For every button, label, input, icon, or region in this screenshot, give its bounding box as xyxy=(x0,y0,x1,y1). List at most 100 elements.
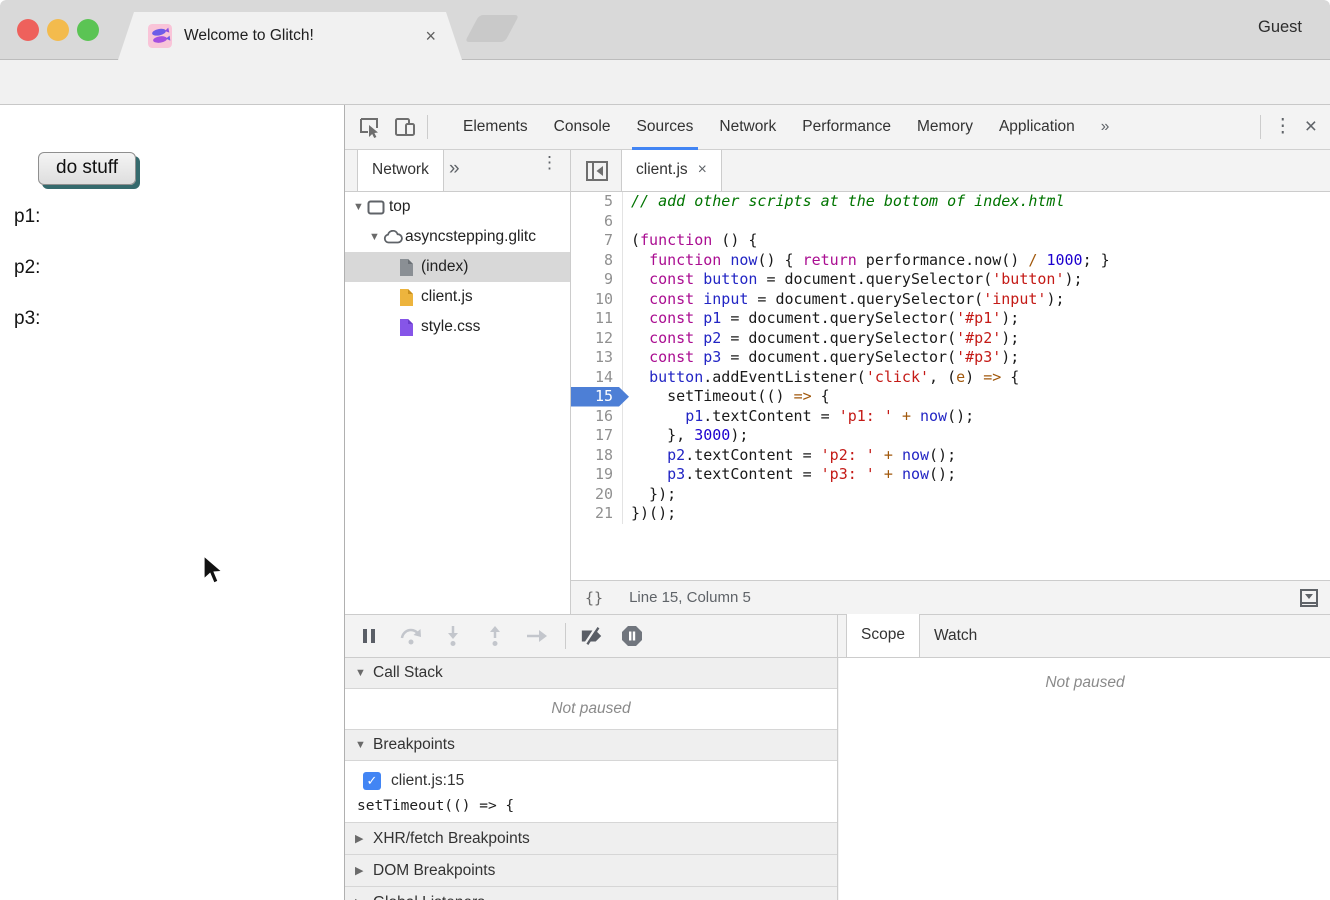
section-xhr-breakpoints[interactable]: ▶ XHR/fetch Breakpoints xyxy=(345,823,837,855)
file-icon-gray xyxy=(399,258,421,277)
code-line-10: 10 const input = document.querySelector(… xyxy=(571,290,1330,310)
glitch-favicon xyxy=(148,24,172,48)
step-icon xyxy=(525,624,549,648)
tab-sources[interactable]: Sources xyxy=(624,105,707,150)
line-number[interactable]: 10 xyxy=(571,290,623,310)
devtools-tabbar: ElementsConsoleSourcesNetworkPerformance… xyxy=(345,105,1330,150)
tab-application[interactable]: Application xyxy=(986,105,1088,150)
section-breakpoints[interactable]: ▼ Breakpoints xyxy=(345,730,837,761)
tab-performance[interactable]: Performance xyxy=(789,105,904,150)
tab-elements[interactable]: Elements xyxy=(450,105,541,150)
line-number[interactable]: 7 xyxy=(571,231,623,251)
inspect-element-icon[interactable] xyxy=(357,115,381,139)
file-tree: ▼top▼asyncstepping.glitc(index)client.js… xyxy=(345,192,571,615)
devtools-close-icon[interactable]: × xyxy=(1305,115,1317,139)
do-stuff-button[interactable]: do stuff xyxy=(38,152,136,185)
sidebar-tab-network[interactable]: Network xyxy=(357,150,444,191)
tab-title: Welcome to Glitch! xyxy=(184,27,314,45)
editor-tabbar: client.js× xyxy=(571,150,1330,192)
device-toolbar-icon[interactable] xyxy=(393,115,417,139)
line-number[interactable]: 9 xyxy=(571,270,623,290)
close-window-button[interactable] xyxy=(17,19,39,41)
browser-tab[interactable]: Welcome to Glitch! × xyxy=(118,12,462,60)
line-number[interactable]: 8 xyxy=(571,251,623,271)
section-global-listeners[interactable]: ▶ Global Listeners xyxy=(345,887,837,900)
devtools-menu-icon[interactable]: ⋮ xyxy=(1273,122,1293,132)
minimize-window-button[interactable] xyxy=(47,19,69,41)
chevron-down-icon: ▼ xyxy=(355,667,373,679)
editor-tab-clientjs[interactable]: client.js× xyxy=(621,150,722,191)
line-number[interactable]: 14 xyxy=(571,368,623,388)
line-number[interactable]: 11 xyxy=(571,309,623,329)
devtools-panel: ElementsConsoleSourcesNetworkPerformance… xyxy=(344,105,1330,900)
dom-breakpoints-label: DOM Breakpoints xyxy=(373,862,495,880)
line-number[interactable]: 5 xyxy=(571,192,623,212)
page-paragraph-p2: p2: xyxy=(14,257,40,277)
tree-item-label: asyncstepping.glitc xyxy=(405,228,536,246)
page-paragraph-p3: p3: xyxy=(14,308,40,328)
breakpoint-tag[interactable]: 15 xyxy=(571,387,629,407)
deactivate-breakpoints-icon[interactable] xyxy=(580,624,604,648)
line-number[interactable]: 20 xyxy=(571,485,623,505)
sidebar-overflow-chevron[interactable]: » xyxy=(449,158,460,180)
line-number[interactable]: 16 xyxy=(571,407,623,427)
call-stack-not-paused-label: Not paused xyxy=(551,700,630,718)
pause-script-icon[interactable] xyxy=(357,624,381,648)
pretty-print-icon[interactable]: {} xyxy=(585,589,603,607)
editor-tab-close-icon[interactable]: × xyxy=(698,161,707,178)
code-line-6: 6 xyxy=(571,212,1330,232)
section-dom-breakpoints[interactable]: ▶ DOM Breakpoints xyxy=(345,855,837,887)
chevron-down-icon[interactable]: ▼ xyxy=(369,231,383,243)
code-editor[interactable]: 5// add other scripts at the bottom of i… xyxy=(571,192,1330,580)
new-tab-button[interactable] xyxy=(465,15,519,42)
tree-item--index-[interactable]: (index) xyxy=(345,252,570,282)
section-call-stack[interactable]: ▼ Call Stack xyxy=(345,658,837,689)
tree-item-asyncstepping-glitc[interactable]: ▼ asyncstepping.glitc xyxy=(345,222,570,252)
cursor-position-label: Line 15, Column 5 xyxy=(629,589,751,606)
pause-on-exceptions-icon[interactable] xyxy=(620,624,644,648)
editor-statusbar: {} Line 15, Column 5 xyxy=(571,580,1330,615)
tree-item-style-css[interactable]: style.css xyxy=(345,312,570,342)
tab-memory[interactable]: Memory xyxy=(904,105,986,150)
breakpoint-checkbox[interactable]: ✓ xyxy=(363,772,381,790)
code-line-5: 5// add other scripts at the bottom of i… xyxy=(571,192,1330,212)
tree-item-label: (index) xyxy=(421,258,468,276)
line-number[interactable]: 18 xyxy=(571,446,623,466)
tree-item-label: style.css xyxy=(421,318,480,336)
tab-scope[interactable]: Scope xyxy=(846,614,920,657)
line-number[interactable]: 6 xyxy=(571,212,623,232)
line-number[interactable]: 21 xyxy=(571,504,623,524)
tab-close-icon[interactable]: × xyxy=(425,26,436,47)
maximize-window-button[interactable] xyxy=(77,19,99,41)
chevron-down-icon[interactable]: ▼ xyxy=(353,201,367,213)
code-line-14: 14 button.addEventListener('click', (e) … xyxy=(571,368,1330,388)
line-number[interactable]: 13 xyxy=(571,348,623,368)
tab-overflow-chevron[interactable]: » xyxy=(1088,105,1123,150)
step-out-icon xyxy=(483,624,507,648)
line-number[interactable]: 17 xyxy=(571,426,623,446)
code-text: p1.textContent = 'p1: ' + now(); xyxy=(623,407,974,427)
tab-network[interactable]: Network xyxy=(706,105,789,150)
code-text: (function () { xyxy=(623,231,757,251)
code-line-7: 7(function () { xyxy=(571,231,1330,251)
sidebar-menu-icon[interactable]: ⋮ xyxy=(541,158,555,167)
breakpoint-entry[interactable]: ✓ client.js:15 setTimeout(() => { xyxy=(345,761,837,823)
tree-item-client-js[interactable]: client.js xyxy=(345,282,570,312)
line-number[interactable]: 12 xyxy=(571,329,623,349)
collapse-sidebar-icon[interactable] xyxy=(585,159,609,183)
tab-watch[interactable]: Watch xyxy=(920,615,991,657)
profile-label: Guest xyxy=(1258,18,1302,37)
breakpoints-label: Breakpoints xyxy=(373,736,455,754)
tree-item-top[interactable]: ▼top xyxy=(345,192,570,222)
code-line-12: 12 const p2 = document.querySelector('#p… xyxy=(571,329,1330,349)
tab-strip: Welcome to Glitch! × Guest xyxy=(0,0,1330,60)
breakpoint-marker[interactable]: 15 xyxy=(571,387,623,407)
page-paragraphs: p1:p2:p3: xyxy=(14,206,40,359)
code-line-21: 21})(); xyxy=(571,504,1330,524)
tab-console[interactable]: Console xyxy=(541,105,624,150)
line-number[interactable]: 19 xyxy=(571,465,623,485)
code-text: }, 3000); xyxy=(623,426,748,446)
show-drawer-icon[interactable] xyxy=(1299,588,1319,608)
code-line-13: 13 const p3 = document.querySelector('#p… xyxy=(571,348,1330,368)
divider xyxy=(1260,115,1261,139)
